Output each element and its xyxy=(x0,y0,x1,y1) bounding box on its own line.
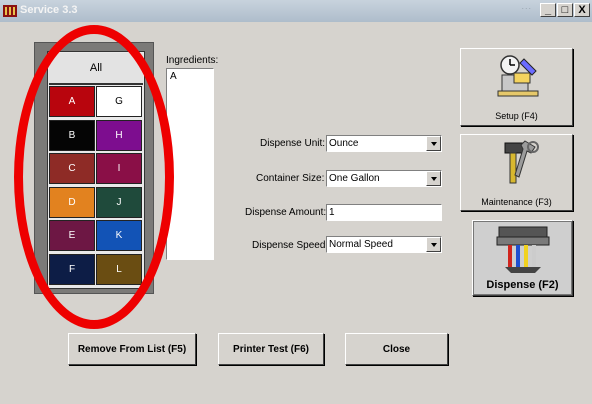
colorant-cell-k[interactable]: K xyxy=(96,220,142,251)
dispense-amount-label: Dispense Amount: xyxy=(245,207,327,218)
chevron-down-icon[interactable] xyxy=(426,171,441,186)
window-controls: _ □ X xyxy=(540,3,590,17)
maintenance-button-label: Maintenance (F3) xyxy=(481,197,552,207)
close-button[interactable]: Close xyxy=(345,333,448,365)
remove-from-list-button[interactable]: Remove From List (F5) xyxy=(68,333,196,365)
colorant-cell-i[interactable]: I xyxy=(96,153,142,184)
window-title: Service 3.3 xyxy=(20,4,78,16)
chevron-down-icon[interactable] xyxy=(426,136,441,151)
ingredients-label: Ingredients: xyxy=(166,55,219,66)
dispense-speed-value: Normal Speed xyxy=(329,239,393,250)
dispense-button-label: Dispense (F2) xyxy=(486,279,559,291)
list-item[interactable]: A xyxy=(167,69,213,84)
colorant-palette: All AGBHCIDJEKFL xyxy=(34,42,154,294)
dispense-icon xyxy=(496,226,550,273)
dispense-amount-input[interactable]: 1 xyxy=(326,204,442,221)
chevron-down-icon[interactable] xyxy=(426,237,441,252)
colorant-cell-f[interactable]: F xyxy=(49,253,95,285)
dispense-unit-select[interactable]: Ounce xyxy=(326,135,442,152)
colorant-cell-b[interactable]: B xyxy=(49,119,95,151)
colorant-cell-j[interactable]: J xyxy=(96,186,142,218)
colorant-cell-g[interactable]: G xyxy=(96,86,142,117)
close-window-button[interactable]: X xyxy=(574,3,590,17)
background-window-fragment: ... xyxy=(521,1,532,11)
maintenance-button[interactable]: Maintenance (F3) xyxy=(460,134,573,211)
colorant-cell-e[interactable]: E xyxy=(49,220,95,251)
colorant-cell-c[interactable]: C xyxy=(49,153,95,184)
minimize-button[interactable]: _ xyxy=(540,3,556,17)
dispense-speed-select[interactable]: Normal Speed xyxy=(326,236,442,253)
colorant-cell-d[interactable]: D xyxy=(49,186,95,218)
app-icon xyxy=(3,5,17,17)
all-colorants-button[interactable]: All xyxy=(49,53,143,85)
container-size-value: One Gallon xyxy=(329,173,380,184)
colorant-cell-a[interactable]: A xyxy=(49,86,95,117)
dispense-unit-value: Ounce xyxy=(329,138,359,149)
tools-icon xyxy=(504,140,539,184)
dispense-speed-label: Dispense Speed xyxy=(252,240,326,251)
printer-test-button[interactable]: Printer Test (F6) xyxy=(218,333,324,365)
colorant-cell-h[interactable]: H xyxy=(96,119,142,151)
service-window: Service 3.3 ... _ □ X All AGBHCIDJEKFL I… xyxy=(0,0,592,404)
container-size-label: Container Size: xyxy=(256,173,325,184)
dispense-button[interactable]: Dispense (F2) xyxy=(472,220,573,296)
title-bar[interactable]: Service 3.3 ... _ □ X xyxy=(0,0,592,22)
dispense-unit-label: Dispense Unit: xyxy=(260,138,326,149)
colorant-cell-l[interactable]: L xyxy=(96,253,142,285)
ingredients-list[interactable]: A xyxy=(166,68,214,260)
setup-icon xyxy=(497,55,539,97)
colorant-grid: All AGBHCIDJEKFL xyxy=(47,51,145,289)
maximize-button[interactable]: □ xyxy=(557,3,573,17)
setup-button[interactable]: Setup (F4) xyxy=(460,48,573,126)
setup-button-label: Setup (F4) xyxy=(495,111,538,121)
container-size-select[interactable]: One Gallon xyxy=(326,170,442,187)
